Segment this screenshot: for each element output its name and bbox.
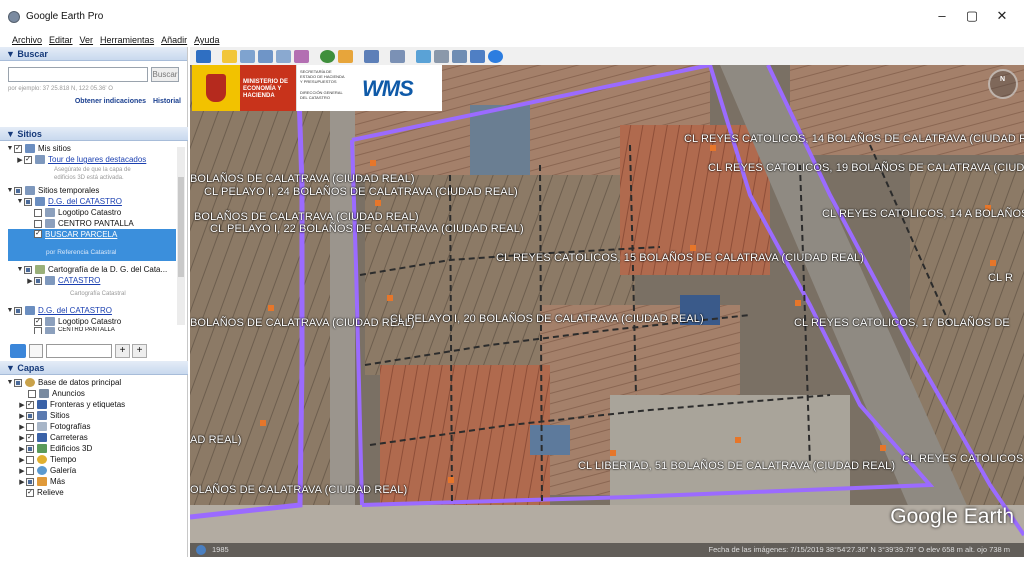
google-earth-watermark: Google Earth [890, 505, 1014, 528]
search-places-icon[interactable] [10, 344, 26, 358]
map-label: CL REYES CATOLICOS, 15 BOLAÑOS DE CALATR… [496, 252, 864, 264]
add-overlay-icon[interactable] [276, 49, 291, 63]
menu-bar: Archivo Editar Ver Herramientas Añadir A… [0, 33, 1024, 47]
sitios-tree: ▼ ✓ Mis sitios ▶ ✓ Tour de lugares destacado… [0, 143, 178, 338]
map-label: CL PELAYO I, 22 BOLAÑOS DE CALATRAVA (CI… [210, 223, 524, 235]
search-input[interactable] [8, 67, 148, 82]
maximize-button[interactable]: ▢ [962, 8, 982, 24]
layer-item[interactable]: ▼ Base de datos principal [6, 377, 121, 388]
planets-icon[interactable] [364, 49, 379, 63]
tree-item[interactable]: ▼ ✓ Mis sitios [6, 143, 71, 154]
earth-icon[interactable] [488, 49, 503, 63]
search-hint: por ejemplo: 37 25.818 N, 122 05.36' O [8, 86, 113, 92]
catastro-logo-overlay: MINISTERIO DE ECONOMÍA Y HACIENDA SECRET… [192, 65, 442, 111]
places-filter-input[interactable] [46, 344, 112, 358]
sidebar-toggle-icon[interactable] [196, 49, 211, 63]
layer-item[interactable]: ▶ ✓ Carreteras [18, 432, 88, 443]
save-image-icon[interactable] [452, 49, 467, 63]
search-panel-header[interactable]: ▼ Buscar [0, 47, 187, 61]
ministry-logo-text: MINISTERIO DE ECONOMÍA Y HACIENDA [240, 65, 296, 111]
google-earth-app-icon [8, 10, 20, 23]
view-in-maps-icon[interactable] [470, 49, 485, 63]
directions-link[interactable]: Obtener indicaciones [75, 98, 146, 105]
move-up-button[interactable]: + [115, 344, 130, 358]
sitios-panel-header[interactable]: ▼ Sitios [0, 127, 188, 141]
tree-item[interactable]: ▼ D.G. del CATASTRO [6, 305, 112, 316]
tree-item[interactable]: CENTRO PANTALLA [34, 218, 134, 229]
menu-ayuda[interactable]: Ayuda [194, 35, 219, 45]
map-label: CL LIBERTAD, 51 BOLAÑOS DE CALATRAVA (CI… [578, 460, 896, 472]
tree-item[interactable]: ▼ Sitios temporales [6, 185, 99, 196]
tree-subtext: edificios 3D está activada. [54, 174, 124, 181]
map-label: CL REYES CATOLICOS, 17 BOLAÑOS DE [794, 317, 1010, 329]
spain-coat-of-arms-icon [192, 65, 240, 111]
menu-ver[interactable]: Ver [80, 35, 94, 45]
sitios-controls: + + [0, 342, 188, 360]
add-placemark-icon[interactable] [222, 49, 237, 63]
main-toolbar [190, 47, 1024, 65]
map-label: CL PELAYO I, 24 BOLAÑOS DE CALATRAVA (CI… [204, 186, 518, 198]
layer-item[interactable]: Anuncios [28, 388, 85, 399]
tree-item[interactable]: Logotipo Catastro [34, 207, 121, 218]
title-bar: Google Earth Pro – ▢ ✕ [0, 0, 1024, 33]
add-path-icon[interactable] [258, 49, 273, 63]
minimize-button[interactable]: – [932, 8, 952, 23]
map-label: CL PELAYO I, 20 BOLAÑOS DE CALATRAVA (CI… [390, 313, 704, 325]
wms-logo: WMS [362, 76, 414, 101]
window-title: Google Earth Pro [26, 11, 104, 22]
layer-item[interactable]: ▶ Galería [18, 465, 76, 476]
map-status-bar: 1985 Fecha de las imágenes: 7/15/2019 38… [190, 543, 1024, 557]
close-button[interactable]: ✕ [992, 8, 1012, 24]
print-icon[interactable] [434, 49, 449, 63]
tree-item[interactable]: ▶ CATASTRO [26, 275, 100, 286]
map-label: CL REYES CATOLICOS, 19 BOLAÑOS DE CALATR… [708, 162, 1024, 174]
map-label: BOLAÑOS DE CALATRAVA (CIUDAD REAL) [190, 173, 415, 185]
navigation-compass-icon[interactable]: N [988, 69, 1018, 99]
layer-item[interactable]: ▶ Tiempo [18, 454, 76, 465]
history-link[interactable]: Historial [153, 98, 181, 105]
tree-item[interactable]: ✓ Logotipo Catastro [34, 316, 121, 327]
map-label: CL REYES CATOLICOS, 14 BOLAÑOS DE CALATR… [684, 133, 1024, 145]
tree-item[interactable]: CENTRO PANTALLA [34, 327, 115, 334]
panel-toggle-icon[interactable] [29, 344, 43, 358]
map-label: BOLAÑOS DE CALATRAVA (CIUDAD REAL) [194, 211, 419, 223]
map-label: CL R [988, 272, 1014, 284]
map-label: CL REYES CATOLICOS, [902, 453, 1024, 465]
capas-panel-header[interactable]: ▼ Capas [0, 361, 188, 375]
imagery-info: Fecha de las imágenes: 7/15/2019 38°54'2… [708, 545, 1010, 554]
menu-archivo[interactable]: Archivo [12, 35, 42, 45]
record-tour-icon[interactable] [294, 49, 309, 63]
add-polygon-icon[interactable] [240, 49, 255, 63]
imagery-year: 1985 [212, 545, 229, 554]
map-viewport[interactable]: MINISTERIO DE ECONOMÍA Y HACIENDA SECRET… [190, 65, 1024, 557]
ruler-icon[interactable] [390, 49, 405, 63]
map-label: AD REAL) [190, 434, 242, 446]
layer-item[interactable]: ▶ Fotografías [18, 421, 90, 432]
layer-item[interactable]: ▶ Más [18, 476, 65, 487]
map-label: OLAÑOS DE CALATRAVA (CIUDAD REAL) [190, 484, 408, 496]
layer-item[interactable]: ▶ Sitios [18, 410, 70, 421]
email-icon[interactable] [416, 49, 431, 63]
historical-imagery-icon[interactable] [320, 49, 335, 63]
map-label: BOLAÑOS DE CALATRAVA (CIUDAD REAL) [190, 317, 415, 329]
tree-item[interactable]: ▼ Cartografía de la D. G. del Cata... [16, 264, 167, 275]
menu-editar[interactable]: Editar [49, 35, 73, 45]
secretaria-logo-text: SECRETARÍA DE ESTADO DE HACIENDA Y PRESU… [296, 65, 348, 111]
capas-tree: ▼ Base de datos principal Anuncios ▶ ✓ Fron… [0, 377, 188, 507]
tree-item[interactable]: ▼ D.G. del CATASTRO [16, 196, 122, 207]
move-down-button[interactable]: + [132, 344, 147, 358]
menu-anadir[interactable]: Añadir [161, 35, 187, 45]
left-panel: ▼ Buscar Buscar por ejemplo: 37 25.818 N… [0, 47, 188, 557]
sunlight-icon[interactable] [338, 49, 353, 63]
map-label: CL REYES CATOLICOS, 14 A BOLAÑOS DE [822, 208, 1024, 220]
sitios-scrollbar[interactable] [177, 147, 185, 325]
menu-herramientas[interactable]: Herramientas [100, 35, 154, 45]
tree-subtext: Cartografía Catastral [70, 290, 126, 297]
search-button[interactable]: Buscar [151, 67, 179, 82]
layer-item[interactable]: ▶ Edificios 3D [18, 443, 92, 454]
layer-item[interactable]: ✓ Relieve [26, 487, 64, 498]
layer-item[interactable]: ▶ ✓ Fronteras y etiquetas [18, 399, 125, 410]
imagery-date-icon [196, 545, 206, 555]
tree-subtext: por Referencia Catastral [46, 249, 117, 256]
